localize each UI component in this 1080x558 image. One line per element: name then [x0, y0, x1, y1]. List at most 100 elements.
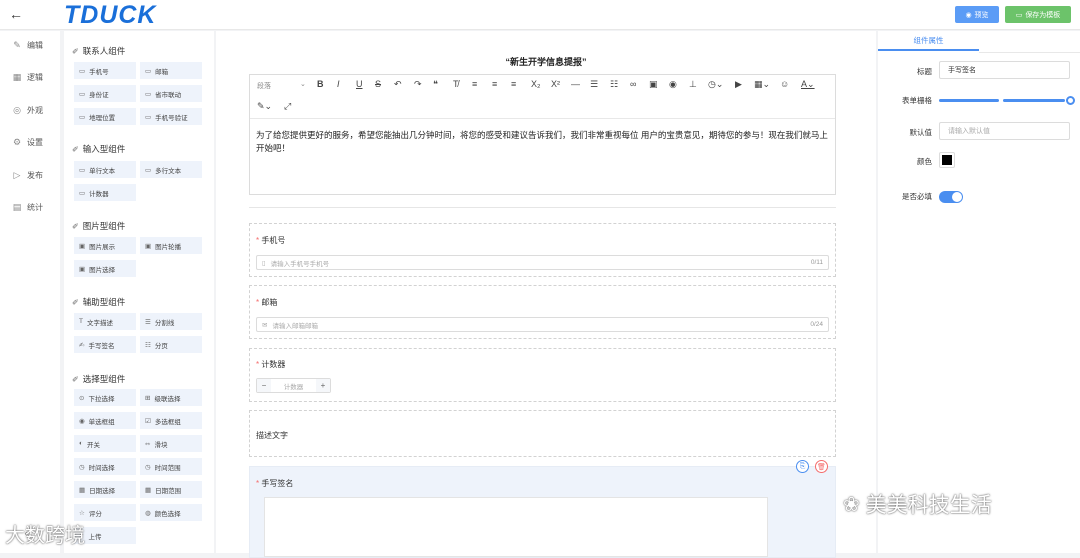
- palette-item[interactable]: ⊞ 级联选择: [140, 389, 202, 406]
- image-icon[interactable]: ▣: [649, 79, 658, 90]
- palette-item[interactable]: T 文字描述: [74, 313, 136, 330]
- plus-button[interactable]: +: [316, 379, 330, 392]
- field-description[interactable]: 描述文字: [249, 410, 836, 457]
- nav-item-appearance[interactable]: ◎ 外观: [12, 105, 43, 116]
- subscript-icon[interactable]: X₂: [531, 79, 541, 89]
- title-input[interactable]: 手写签名: [939, 61, 1070, 79]
- bullet-list-icon[interactable]: ☰: [590, 79, 598, 90]
- tab-component-props[interactable]: 组件属性: [878, 31, 979, 51]
- grid-slider-track[interactable]: [1003, 99, 1065, 102]
- grid-slider-handle[interactable]: [1066, 96, 1075, 105]
- palette-item[interactable]: ◷ 时间选择: [74, 458, 136, 475]
- table-icon[interactable]: ▦⌄: [754, 79, 770, 90]
- phone-input[interactable]: ▯ 请输入手机号手机号 0/11: [256, 255, 829, 270]
- field-signature[interactable]: * 手写签名: [249, 466, 836, 558]
- preview-button[interactable]: ◉ 预览: [955, 6, 999, 23]
- chip-label: 颜色选择: [154, 510, 181, 518]
- palette-item[interactable]: ▭ 手机号验证: [140, 108, 202, 125]
- paragraph-select[interactable]: 段落: [257, 81, 271, 91]
- font-color-icon[interactable]: A⌄: [801, 79, 815, 90]
- align-center-icon[interactable]: ≡: [492, 79, 497, 89]
- field-counter[interactable]: * 计数器 − 计数器 +: [249, 348, 836, 402]
- palette-item[interactable]: ▭ 单行文本: [74, 161, 136, 178]
- palette-item[interactable]: ▭ 多行文本: [140, 161, 202, 178]
- horizontal-rule-icon[interactable]: —: [571, 79, 580, 89]
- palette-item[interactable]: ▭ 邮箱: [140, 62, 202, 79]
- form-title[interactable]: “新生开学信息提报”: [216, 55, 876, 68]
- save-as-template-button[interactable]: ▭ 保存为模板: [1005, 6, 1071, 23]
- palette-item[interactable]: ▣ 图片选择: [74, 260, 136, 277]
- copy-icon[interactable]: ⎘: [796, 460, 809, 473]
- group-icon: ✐: [72, 297, 79, 307]
- palette-item[interactable]: ▣ 图片轮播: [140, 237, 202, 254]
- undo-icon[interactable]: ↶: [394, 79, 402, 90]
- back-arrow-icon[interactable]: ←: [9, 6, 23, 22]
- email-input[interactable]: ✉ 请输入邮箱邮箱 0/24: [256, 317, 829, 332]
- nav-item-logic[interactable]: ▦ 逻辑: [12, 72, 43, 83]
- underline-icon[interactable]: U: [356, 79, 363, 89]
- palette-item[interactable]: ☰ 分割线: [140, 313, 202, 330]
- palette-item[interactable]: ◐ 开关: [74, 435, 136, 452]
- palette-item[interactable]: ☑ 多选框组: [140, 412, 202, 429]
- palette-item[interactable]: ▭ 身份证: [74, 85, 136, 102]
- field-label: * 手机号: [256, 235, 285, 246]
- ordered-list-icon[interactable]: ☷: [610, 79, 618, 90]
- clear-format-icon[interactable]: T̸: [453, 79, 459, 89]
- superscript-icon[interactable]: X²: [551, 79, 560, 89]
- italic-icon[interactable]: I: [337, 79, 340, 89]
- group-icon: ✐: [72, 144, 79, 154]
- palette-item[interactable]: ▣ 图片展示: [74, 237, 136, 254]
- palette-item[interactable]: ◍ 颜色选择: [140, 504, 202, 521]
- palette-item[interactable]: ✍ 手写签名: [74, 336, 136, 353]
- input-icon: ▭: [79, 90, 86, 98]
- palette-item[interactable]: ▭ 计数器: [74, 184, 136, 201]
- delete-icon[interactable]: 🗑: [815, 460, 828, 473]
- align-left-icon[interactable]: ≡: [472, 79, 477, 89]
- fullscreen-icon[interactable]: ⤢: [284, 101, 291, 112]
- palette-item[interactable]: ▭ 地理位置: [74, 108, 136, 125]
- nav-item-edit[interactable]: ✎ 编辑: [12, 40, 43, 51]
- rich-text-editor[interactable]: 段落 ⌄ B I U S ↶ ↷ ❝ T̸ ≡ ≡ ≡ X₂ X² — ☰ ☷ …: [249, 74, 836, 195]
- palette-item[interactable]: ▦ 日期选择: [74, 481, 136, 498]
- counter-stepper[interactable]: − 计数器 +: [256, 378, 331, 393]
- emoji-icon[interactable]: ☺: [780, 79, 789, 89]
- eye-icon[interactable]: ◉: [669, 79, 677, 90]
- intro-text[interactable]: 为了给您提供更好的服务，希望您能抽出几分钟时间，将您的感受和建议告诉我们，我们非…: [256, 129, 831, 155]
- field-phone[interactable]: * 手机号 ▯ 请输入手机号手机号 0/11: [249, 223, 836, 277]
- chevron-down-icon[interactable]: ⌄: [300, 80, 306, 88]
- palette-item[interactable]: ▦ 日期范围: [140, 481, 202, 498]
- align-right-icon[interactable]: ≡: [511, 79, 516, 89]
- default-value-input[interactable]: 请输入默认值: [939, 122, 1070, 140]
- nav-item-stats[interactable]: ▤ 统计: [12, 202, 43, 213]
- color-picker[interactable]: [939, 152, 955, 168]
- highlight-icon[interactable]: ✎⌄: [257, 101, 272, 112]
- edit-icon: ✎: [13, 40, 21, 50]
- text-icon: T: [79, 318, 83, 325]
- quote-icon[interactable]: ❝: [433, 79, 438, 90]
- palette-item[interactable]: ◷ 时间范围: [140, 458, 202, 475]
- grid-label: 表单栅格: [902, 96, 932, 105]
- minus-button[interactable]: −: [257, 379, 271, 392]
- signature-pad[interactable]: [264, 497, 768, 557]
- grid-slider-left[interactable]: [939, 99, 999, 102]
- video-icon[interactable]: ▶: [735, 79, 742, 90]
- redo-icon[interactable]: ↷: [414, 79, 422, 90]
- clock-icon[interactable]: ◷⌄: [708, 79, 723, 90]
- page-break-icon[interactable]: ⊥: [689, 79, 697, 90]
- required-toggle[interactable]: [939, 191, 963, 203]
- palette-item[interactable]: ▭ 手机号: [74, 62, 136, 79]
- grid-icon: ▦: [12, 72, 22, 82]
- nav-label: 编辑: [27, 41, 43, 50]
- palette-item[interactable]: ☷ 分页: [140, 336, 202, 353]
- palette-item[interactable]: ◉ 单选框组: [74, 412, 136, 429]
- strikethrough-icon[interactable]: S: [375, 79, 381, 89]
- link-icon[interactable]: ∞: [630, 79, 636, 89]
- palette-item[interactable]: ▭ 省市联动: [140, 85, 202, 102]
- nav-item-settings[interactable]: ⚙ 设置: [12, 137, 43, 148]
- bold-icon[interactable]: B: [317, 79, 324, 89]
- field-email[interactable]: * 邮箱 ✉ 请输入邮箱邮箱 0/24: [249, 285, 836, 339]
- palette-item[interactable]: ⇿ 滑块: [140, 435, 202, 452]
- tab-underline: [979, 52, 1080, 53]
- palette-item[interactable]: ⊙ 下拉选择: [74, 389, 136, 406]
- nav-item-publish[interactable]: ▷ 发布: [12, 170, 43, 181]
